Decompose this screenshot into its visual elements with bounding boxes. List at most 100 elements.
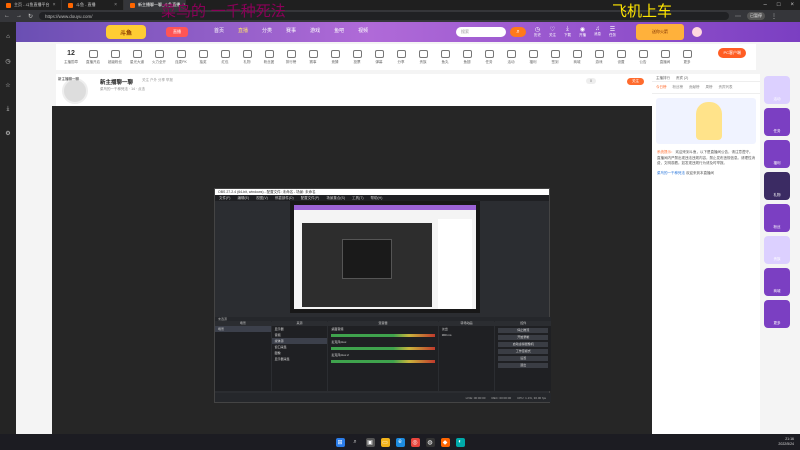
category-item[interactable]: 直播间	[654, 49, 676, 65]
category-item[interactable]: 赛事	[302, 49, 324, 65]
category-item[interactable]: 红包	[214, 49, 236, 65]
chat-tab[interactable]: 贡献榜	[689, 85, 700, 90]
header-item[interactable]: ◷ 历史	[534, 26, 541, 38]
obs-menu-item[interactable]: 视图(V)	[256, 196, 268, 201]
obs-menu-item[interactable]: 停靠部件(D)	[275, 196, 294, 201]
chat-tab[interactable]: 周榜	[706, 85, 713, 90]
obs-control-button[interactable]: 停止推流	[498, 328, 549, 333]
forward-icon[interactable]: →	[16, 13, 22, 19]
category-item[interactable]: 火力全开	[148, 49, 170, 65]
activity-banner[interactable]: 商城	[764, 268, 790, 296]
chat-tab[interactable]: 今日榜	[656, 85, 667, 90]
browser-tab[interactable]: 主页 - 斗鱼直播平台 ×	[0, 0, 62, 10]
category-item[interactable]: 鱼丸	[434, 49, 456, 65]
obs-control-button[interactable]: 退出	[498, 363, 549, 368]
volume-meter[interactable]	[331, 334, 435, 337]
category-item[interactable]: 竞猜	[324, 49, 346, 65]
header-item[interactable]: ☰ 任务	[609, 26, 616, 38]
obs-menu-item[interactable]: 文件(F)	[219, 196, 230, 201]
activity-banner[interactable]: 更多	[764, 300, 790, 328]
volume-meter[interactable]	[331, 347, 435, 350]
activity-banner[interactable]: 粉丝	[764, 204, 790, 232]
obs-menu-item[interactable]: 场景集合(S)	[326, 196, 345, 201]
category-item[interactable]: 超级粉丝	[104, 49, 126, 65]
category-item[interactable]: 星光大道	[126, 49, 148, 65]
category-item[interactable]: 排行榜	[280, 49, 302, 65]
category-item[interactable]: 抽奖	[192, 49, 214, 65]
category-item[interactable]: 更多	[676, 49, 698, 65]
app-icon[interactable]: ◐	[455, 437, 465, 447]
minimize-icon[interactable]: –	[764, 2, 767, 8]
header-item[interactable]: ⤓ 下载	[564, 26, 571, 38]
obs-control-button[interactable]: 启动虚拟摄像机	[498, 342, 549, 347]
promo-banner[interactable]: 送你火箭	[636, 24, 684, 40]
category-item[interactable]: 弹幕	[368, 49, 390, 65]
category-item[interactable]: 游戏	[588, 49, 610, 65]
windows-start-icon[interactable]: ⊞	[335, 437, 345, 447]
task-view-icon[interactable]: ▣	[365, 437, 375, 447]
search-input[interactable]: 搜索	[456, 27, 506, 37]
maximize-icon[interactable]: □	[777, 2, 781, 8]
profile-badge[interactable]: 已暂停	[747, 12, 766, 20]
nav-item[interactable]: 游戏	[310, 27, 320, 34]
category-item[interactable]: 设置	[610, 49, 632, 65]
category-item[interactable]: 活动	[500, 49, 522, 65]
side-item[interactable]: ☆	[0, 76, 16, 94]
pc-client-button[interactable]: PC客户端	[718, 48, 746, 58]
category-item[interactable]: 分享	[390, 49, 412, 65]
back-icon[interactable]: ←	[4, 13, 10, 19]
video-player[interactable]: OBS 27.2.4 (64-bit, windows) - 配置文件: 未命名…	[52, 106, 652, 434]
file-explorer-icon[interactable]: ▭	[380, 437, 390, 447]
category-item[interactable]: 签到	[544, 49, 566, 65]
activity-banner[interactable]: 福利	[764, 140, 790, 168]
nav-item[interactable]: 分类	[262, 27, 272, 34]
extensions-icon[interactable]: ⋯	[735, 13, 741, 20]
close-icon[interactable]: ×	[53, 2, 56, 8]
nav-item[interactable]: 首页	[214, 27, 224, 34]
reload-icon[interactable]: ↻	[28, 13, 33, 20]
side-item[interactable]: ⚙	[0, 124, 16, 142]
room-meta[interactable]: 关注 户外 分享 举报	[142, 78, 173, 83]
close-icon[interactable]: ×	[114, 2, 117, 8]
chat-tab[interactable]: 贵宾列表	[719, 85, 733, 90]
activity-banner[interactable]: 贵族	[764, 236, 790, 264]
chrome-icon[interactable]: ◎	[410, 437, 420, 447]
category-item[interactable]: 鱼翅	[456, 49, 478, 65]
side-item[interactable]: ⌂	[0, 28, 16, 46]
header-item[interactable]: ♡ 关注	[549, 26, 556, 38]
category-item[interactable]: 任务	[478, 49, 500, 65]
user-avatar[interactable]	[692, 27, 702, 37]
side-item[interactable]: ⤓	[0, 100, 16, 118]
nav-item[interactable]: 视频	[358, 27, 368, 34]
obs-menu-item[interactable]: 工具(T)	[352, 196, 363, 201]
edge-icon[interactable]: e	[395, 437, 405, 447]
category-item[interactable]: 商城	[566, 49, 588, 65]
obs-control-button[interactable]: 工作室模式	[498, 349, 549, 354]
close-window-icon[interactable]: ×	[790, 2, 794, 8]
activity-banner[interactable]: 礼物	[764, 172, 790, 200]
header-item[interactable]: ♫ 消息	[594, 26, 601, 38]
nav-item[interactable]: 鱼吧	[334, 27, 344, 34]
volume-meter[interactable]	[331, 360, 435, 363]
obs-preview[interactable]	[290, 201, 480, 313]
category-item[interactable]: 直播开启	[82, 49, 104, 65]
category-item[interactable]: 连麦PK	[170, 49, 192, 65]
transition-duration[interactable]: 300 ms	[439, 332, 495, 338]
system-tray[interactable]: 21:16 2022/5/24	[778, 437, 794, 447]
search-icon[interactable]: ⌕	[351, 438, 360, 447]
douyu-logo[interactable]: 斗鱼	[106, 25, 146, 39]
search-icon[interactable]: ⌕	[510, 27, 526, 37]
medal-count[interactable]: 12 主播勋章	[60, 50, 82, 65]
obs-control-button[interactable]: 开始录制	[498, 335, 549, 340]
obs-menu-item[interactable]: 编辑(E)	[237, 196, 249, 201]
chat-tab[interactable]: 粉丝榜	[673, 85, 684, 90]
browser-tab[interactable]: 斗鱼 - 直播 ×	[62, 0, 124, 10]
side-item[interactable]: ◷	[0, 52, 16, 70]
category-item[interactable]: 粉丝团	[258, 49, 280, 65]
obs-control-button[interactable]: 设置	[498, 356, 549, 361]
category-item[interactable]: 福利	[522, 49, 544, 65]
activity-banner[interactable]: 活动	[764, 76, 790, 104]
category-item[interactable]: 贵族	[412, 49, 434, 65]
header-item[interactable]: ◉ 开播	[579, 26, 586, 38]
category-item[interactable]: 公告	[632, 49, 654, 65]
